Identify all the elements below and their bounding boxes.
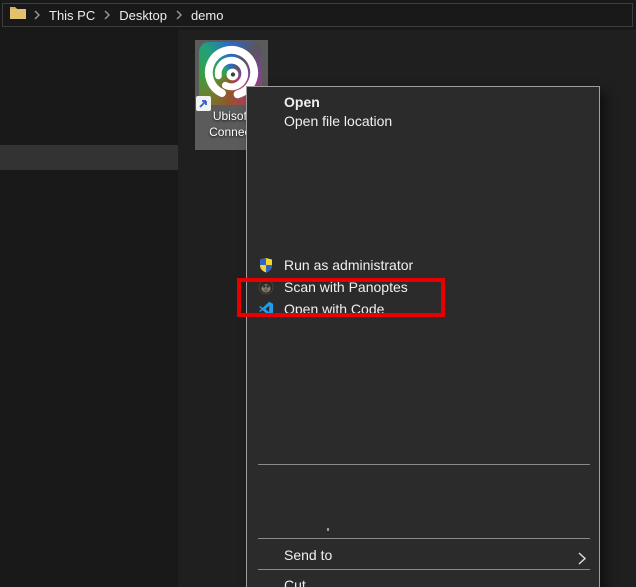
breadcrumb-item-demo[interactable]: demo [189,8,226,23]
annotation-highlight-box [237,278,445,317]
context-menu: Open Open file location Run as administr… [246,86,600,587]
uac-shield-icon [258,257,274,273]
chevron-right-icon [34,10,40,20]
file-explorer-window: This PC Desktop demo Ubisoft Connect Ope… [0,0,636,587]
menu-item-open-file-location[interactable]: Open file location [247,110,599,132]
menu-separator [258,538,590,539]
menu-separator [258,464,590,465]
address-bar[interactable]: This PC Desktop demo [2,3,633,27]
toolbar: This PC Desktop demo [0,0,636,30]
chevron-right-icon [176,10,182,20]
menu-separator [258,569,590,570]
nav-item-highlight[interactable] [0,145,178,170]
stray-pixel-artifact [327,528,329,531]
folder-icon [9,5,27,25]
chevron-right-icon [104,10,111,20]
breadcrumb-item-this-pc[interactable]: This PC [47,8,97,23]
chevron-right-icon [578,549,587,571]
menu-item-cut[interactable]: Cut [247,574,599,587]
menu-item-run-as-administrator[interactable]: Run as administrator [247,254,599,276]
breadcrumb-item-desktop[interactable]: Desktop [117,8,169,23]
navigation-pane [0,30,178,587]
menu-item-send-to[interactable]: Send to [247,544,599,566]
